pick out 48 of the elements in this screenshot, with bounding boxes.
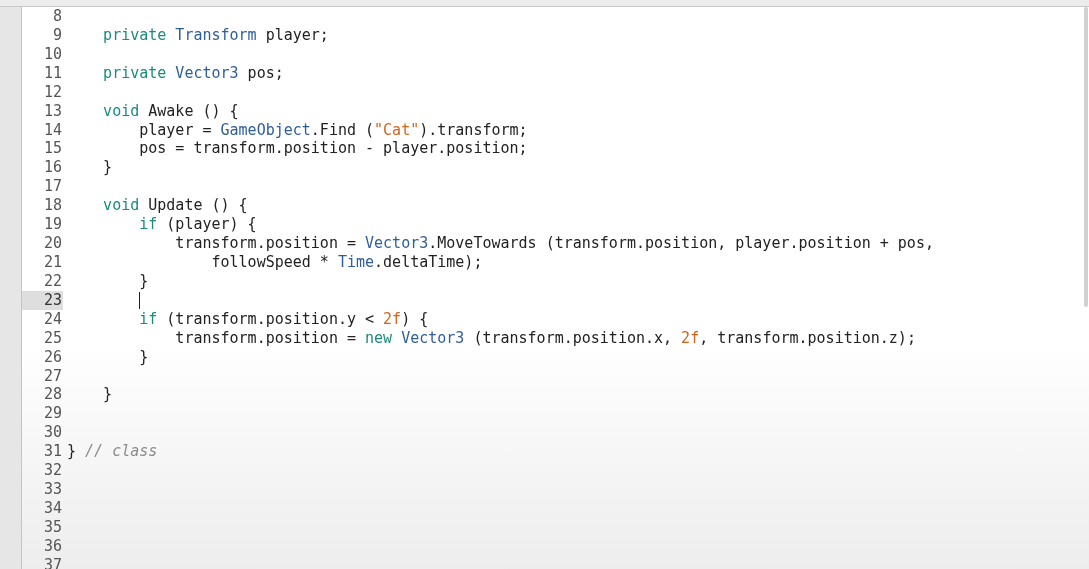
- code-line: if (player) {: [138, 215, 257, 235]
- line-number: 17: [42, 177, 63, 197]
- code-line: followSpeed * Time.deltaTime);: [210, 253, 483, 272]
- code-line: }: [138, 347, 149, 367]
- line-number: 14: [42, 120, 63, 140]
- line-number: 35: [42, 517, 63, 537]
- line-number: 8: [51, 7, 63, 26]
- line-number: 12: [42, 82, 63, 102]
- line-number: 16: [42, 158, 63, 178]
- code-line: } // class: [66, 442, 158, 462]
- code-line: transform.position = new Vector3 (transform.position.x, 2f, transform.position.z);: [174, 328, 916, 348]
- line-number: 19: [42, 215, 63, 235]
- line-number: 10: [42, 44, 63, 64]
- line-number: 31: [42, 442, 63, 462]
- line-number: 28: [42, 385, 63, 405]
- line-number: 9: [51, 25, 63, 45]
- line-number: 36: [42, 536, 63, 556]
- line-number: 11: [42, 63, 63, 83]
- line-number: 24: [42, 309, 63, 329]
- code-line: private Vector3 pos;: [102, 63, 284, 83]
- line-number: 15: [42, 139, 63, 159]
- code-line: }: [138, 271, 149, 291]
- line-number: 13: [42, 101, 63, 121]
- code-line: pos = transform.position - player.position;: [138, 139, 528, 159]
- code-line: transform.position = Vector3.MoveTowards (transform.position, player.position + pos,: [174, 234, 934, 253]
- line-number: 18: [42, 196, 63, 216]
- scrollbar[interactable]: [1084, 7, 1088, 307]
- code-line: }: [102, 385, 113, 405]
- code-line: void Update () {: [102, 196, 248, 216]
- line-number: 26: [42, 347, 63, 367]
- code-line: void Awake () {: [102, 101, 239, 121]
- line-number: 20: [42, 234, 63, 253]
- code-line: if (transform.position.y < 2f) {: [138, 309, 429, 329]
- line-number: 27: [42, 366, 63, 386]
- code-line: }: [102, 158, 113, 178]
- code-line: player = GameObject.Find ("Cat").transform;: [138, 120, 528, 140]
- line-number: 25: [42, 328, 63, 348]
- line-number: 34: [42, 498, 63, 518]
- line-number: 29: [42, 404, 63, 424]
- line-number: 22: [42, 271, 63, 291]
- text-cursor: [139, 291, 140, 309]
- code-line: private Transform player;: [102, 25, 329, 45]
- line-number: 21: [42, 253, 63, 272]
- line-number: 33: [42, 480, 63, 499]
- line-number: 37: [42, 555, 63, 569]
- line-number: 23: [22, 290, 63, 310]
- line-number: 32: [42, 461, 63, 481]
- line-number: 30: [42, 423, 63, 443]
